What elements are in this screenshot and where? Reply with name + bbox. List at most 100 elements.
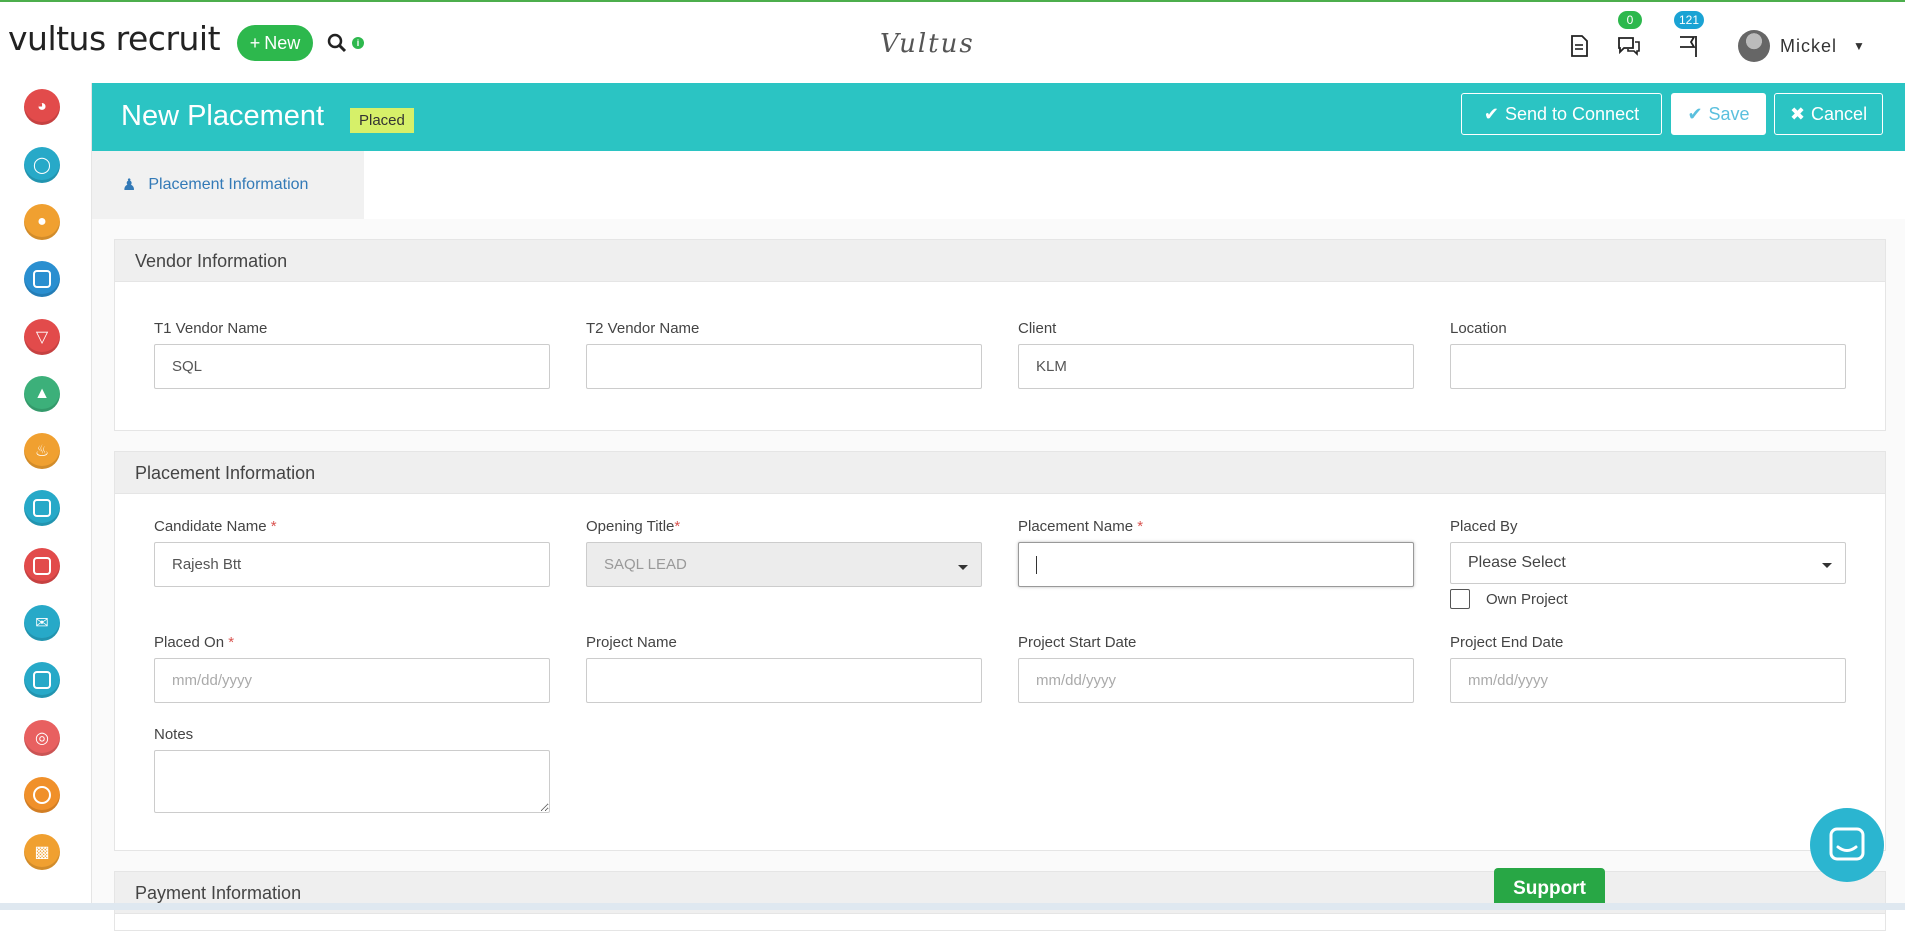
t2-vendor-input[interactable] [586,344,982,389]
save-button[interactable]: ✔ Save [1671,93,1766,135]
center-brand-logo: Vultus [880,29,975,59]
interviews-icon[interactable] [24,548,60,584]
project-name-field: Project Name [586,634,982,703]
page-title: New Placement [121,100,325,132]
send-to-connect-button[interactable]: ✔ Send to Connect [1461,93,1662,135]
opening-title-select: SAQL LEAD [586,542,982,587]
field-label: Notes [154,726,194,743]
funnel-icon[interactable]: ▽ [24,319,60,355]
text-cursor [1036,555,1037,574]
project-end-date-field: Project End Date mm/dd/yyyy [1450,634,1846,703]
submissions-icon[interactable] [24,490,60,526]
sidebar-nav: ◕ ◯ ● ▽ ▲ ♨ ✉ ◎ ▩ [0,83,92,910]
new-button-label: New [264,32,301,53]
tab-bar: ♟ Placement Information [92,151,1905,219]
project-start-date-input[interactable]: mm/dd/yyyy [1018,658,1414,703]
field-label: Placed By [1450,518,1518,535]
t1-vendor-field: T1 Vendor Name SQL [154,320,550,389]
notes-field: Notes [154,726,550,818]
field-label: Placement Name * [1018,518,1144,535]
briefcase-icon[interactable] [24,261,60,297]
search-icon[interactable] [327,33,347,53]
email-icon[interactable]: ✉ [24,605,60,641]
tab-placement-information[interactable]: ♟ Placement Information [92,151,364,219]
placement-name-input[interactable] [1018,542,1414,587]
placement-name-field: Placement Name * [1018,518,1414,587]
save-label: Save [1708,103,1750,124]
placed-on-input[interactable]: mm/dd/yyyy [154,658,550,703]
sms-icon[interactable] [24,777,60,813]
live-chat-button[interactable] [1810,808,1884,882]
logo-text: vultus recruit [8,19,221,58]
own-project-checkbox[interactable] [1450,589,1470,609]
panel-heading: Vendor Information [115,240,1885,282]
close-icon: ✖ [1789,103,1806,124]
dashboard-icon[interactable]: ◕ [24,89,60,125]
send-to-connect-label: Send to Connect [1504,103,1640,124]
hot-list-icon[interactable]: ♨ [24,433,60,469]
client-input[interactable]: KLM [1018,344,1414,389]
own-project-label: Own Project [1486,590,1568,608]
user-name: Mickel [1780,35,1838,56]
placed-by-select[interactable]: Please Select [1450,542,1846,584]
avatar [1738,30,1770,62]
field-label: Location [1450,320,1507,337]
contacts-icon[interactable]: ● [24,204,60,240]
caret-down-icon [1822,563,1832,568]
candidate-icon[interactable]: ▲ [24,376,60,412]
field-label: T1 Vendor Name [154,320,268,337]
target-icon[interactable]: ◎ [24,720,60,756]
opening-title-field: Opening Title* SAQL LEAD [586,518,982,587]
field-label: Placed On * [154,634,235,651]
top-header: vultus recruit + New i Vultus 0 121 Mick… [0,5,1905,83]
messages-count-badge: 0 [1618,11,1642,29]
field-label: Client [1018,320,1057,337]
location-input[interactable] [1450,344,1846,389]
field-label: T2 Vendor Name [586,320,700,337]
vendor-information-panel: Vendor Information T1 Vendor Name SQL T2… [114,239,1886,431]
page-title-bar: New Placement Placed ✔ Send to Connect ✔… [92,83,1905,151]
project-name-input[interactable] [586,658,982,703]
field-label: Project Start Date [1018,634,1137,651]
new-button[interactable]: + New [237,25,313,61]
t1-vendor-input[interactable]: SQL [154,344,550,389]
chat-icon[interactable] [1616,33,1642,59]
notes-textarea[interactable] [154,750,550,813]
candidate-name-input[interactable]: Rajesh Btt [154,542,550,587]
notifications-count-badge: 121 [1674,11,1705,29]
main-content: Vendor Information T1 Vendor Name SQL T2… [92,219,1905,931]
placed-by-field: Placed By Please Select Own Project [1450,518,1846,609]
reports-icon[interactable]: ▩ [24,834,60,870]
inbox-icon[interactable] [24,662,60,698]
bottom-scroll-strip [0,903,1905,910]
field-label: Project End Date [1450,634,1564,651]
caret-down-icon [958,564,968,570]
user-menu[interactable]: Mickel ▼ [1738,30,1866,62]
flag-icon[interactable] [1676,33,1702,59]
field-label: Opening Title* [586,518,681,535]
check-icon: ✔ [1483,103,1499,124]
person-icon: ♟ [122,177,137,194]
project-start-date-field: Project Start Date mm/dd/yyyy [1018,634,1414,703]
document-icon[interactable] [1566,33,1592,59]
client-field: Client KLM [1018,320,1414,389]
app-logo[interactable]: vultus recruit [8,19,221,58]
field-label: Project Name [586,634,677,651]
tab-label: Placement Information [148,176,309,193]
cancel-button[interactable]: ✖ Cancel [1774,93,1883,135]
info-icon[interactable]: i [352,37,364,49]
chevron-down-icon: ▼ [1853,39,1866,53]
placement-information-panel: Placement Information Candidate Name * R… [114,451,1886,851]
headset-icon[interactable]: ◯ [24,147,60,183]
status-badge: Placed [350,108,414,133]
payment-information-panel: Payment Information [114,871,1886,931]
panel-heading: Placement Information [115,452,1885,494]
location-field: Location [1450,320,1846,389]
plus-icon: + [249,32,261,53]
cancel-label: Cancel [1811,103,1868,124]
field-label: Candidate Name * [154,518,277,535]
chat-bubble-icon [1829,827,1865,861]
project-end-date-input[interactable]: mm/dd/yyyy [1450,658,1846,703]
candidate-name-field: Candidate Name * Rajesh Btt [154,518,550,587]
placed-on-field: Placed On * mm/dd/yyyy [154,634,550,703]
